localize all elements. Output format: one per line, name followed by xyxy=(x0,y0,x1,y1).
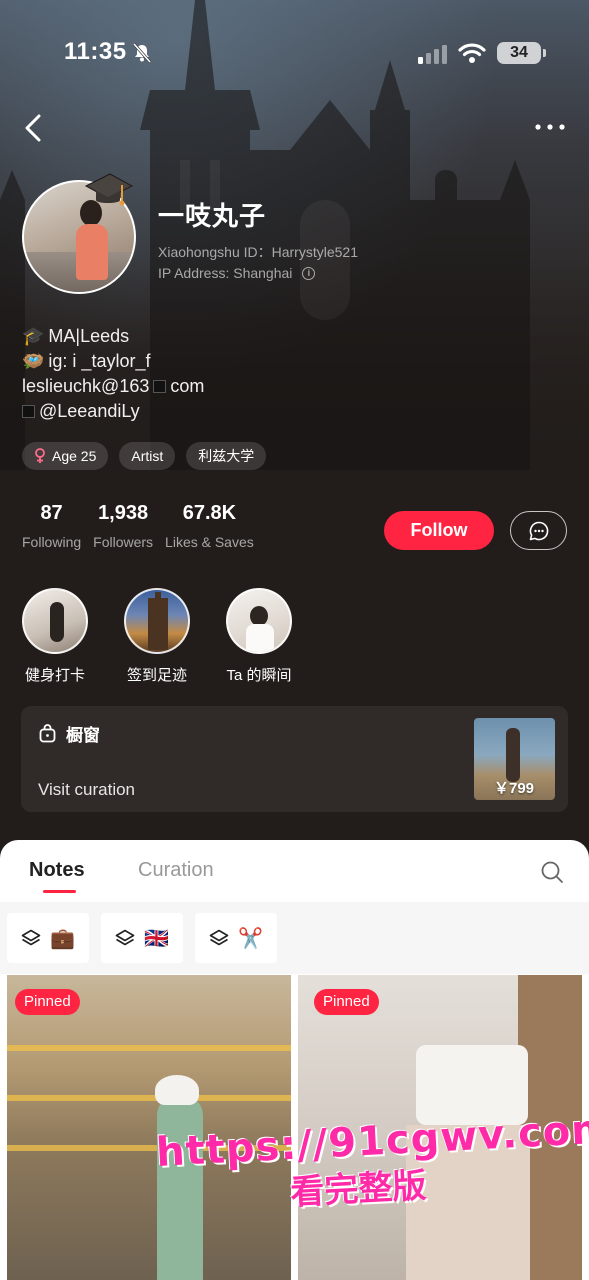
black-square-icon xyxy=(22,405,35,418)
bio-email-domain: com xyxy=(170,376,205,396)
black-square-icon xyxy=(153,380,167,393)
bio-email-user: leslieuchk@163 xyxy=(22,376,150,396)
stat-followers-value: 1,938 xyxy=(98,502,149,524)
shopping-bag-icon xyxy=(39,724,56,743)
nest-emoji-icon: 🪺 xyxy=(22,351,45,371)
highlight-fitness[interactable]: 健身打卡 xyxy=(10,588,100,685)
graduation-cap-icon xyxy=(84,173,134,206)
highlight-moments-cover xyxy=(226,588,292,654)
stat-likes-saves[interactable]: 67.8K Likes & Saves xyxy=(165,502,254,550)
wifi-icon xyxy=(458,43,486,63)
bell-off-icon xyxy=(132,43,152,63)
filter-chip-uk[interactable]: 🇬🇧 xyxy=(101,913,183,963)
stat-followers[interactable]: 1,938 Followers xyxy=(93,502,153,550)
highlight-checkin-cover xyxy=(124,588,190,654)
chat-bubble-icon xyxy=(529,521,549,541)
uk-flag-emoji-icon: 🇬🇧 xyxy=(144,927,169,950)
pinned-badge: Pinned xyxy=(314,989,379,1015)
layers-icon xyxy=(209,929,229,946)
pinned-badge: Pinned xyxy=(15,989,80,1015)
active-tab-indicator xyxy=(43,890,76,893)
stat-likes-saves-value: 67.8K xyxy=(182,502,237,524)
follow-button[interactable]: Follow xyxy=(384,511,494,550)
stat-followers-label: Followers xyxy=(93,534,154,550)
tab-notes[interactable]: Notes xyxy=(29,859,85,882)
tag-age-label: Age 25 xyxy=(52,448,97,464)
bio-line-2: 🪺 ig: i _taylor_f xyxy=(22,349,204,374)
tag-age: Age 25 xyxy=(22,442,109,470)
back-arrow-icon[interactable] xyxy=(20,112,48,144)
highlight-fitness-cover xyxy=(22,588,88,654)
stat-likes-saves-label: Likes & Saves xyxy=(165,534,254,550)
search-icon[interactable] xyxy=(540,860,564,884)
highlight-moments[interactable]: Ta 的瞬间 xyxy=(214,588,304,685)
visit-curation-link[interactable]: Visit curation xyxy=(38,780,135,800)
shop-window-title-row: 橱窗 xyxy=(39,721,100,746)
shop-window-title: 橱窗 xyxy=(66,726,100,745)
stat-following[interactable]: 87 Following xyxy=(22,502,81,550)
shop-product-thumbnail[interactable]: ￥799 xyxy=(474,718,555,800)
profile-bio: 🎓 MA|Leeds 🪺 ig: i _taylor_f leslieuchk@… xyxy=(22,324,204,424)
bio-line-3: leslieuchk@163 com xyxy=(22,374,204,399)
highlight-fitness-label: 健身打卡 xyxy=(24,667,85,684)
xiaohongshu-id: Xiaohongshu ID：Harrystyle521 xyxy=(158,244,358,260)
layers-icon xyxy=(21,929,41,946)
filter-chip-scissors[interactable]: ✂️ xyxy=(195,913,277,963)
stat-following-label: Following xyxy=(22,534,82,550)
battery-indicator: 34 xyxy=(497,42,546,64)
card-1-cap xyxy=(155,1075,199,1105)
profile-stats: 87 Following 1,938 Followers 67.8K Likes… xyxy=(22,502,266,550)
shop-product-price: ￥799 xyxy=(494,780,535,797)
profile-nickname: 一吱丸子 xyxy=(158,201,267,231)
bio-line-4: @LeeandiLy xyxy=(22,399,204,424)
status-bar: 11:35 34 xyxy=(0,34,589,74)
content-tabs: Notes Curation xyxy=(0,840,589,902)
shop-window-card[interactable]: 橱窗 Visit curation ￥799 xyxy=(21,706,568,812)
scissors-emoji-icon: ✂️ xyxy=(238,927,263,950)
bio-instagram: ig: i _taylor_f xyxy=(48,351,151,371)
layers-icon xyxy=(115,929,135,946)
graduation-cap-emoji-icon: 🎓 xyxy=(22,326,45,346)
tag-job: Artist xyxy=(119,442,176,470)
avatar-figure-dress xyxy=(76,224,108,280)
ip-address: IP Address: Shanghai i xyxy=(158,265,316,281)
highlight-moments-label: Ta 的瞬间 xyxy=(226,667,292,684)
message-button[interactable] xyxy=(510,511,567,550)
filter-chip-briefcase[interactable]: 💼 xyxy=(7,913,89,963)
profile-tags: Age 25 Artist 利兹大学 xyxy=(22,442,267,470)
stat-following-value: 87 xyxy=(40,502,63,524)
bio-handle: @LeeandiLy xyxy=(39,401,140,421)
female-icon xyxy=(35,448,45,463)
highlight-checkin-label: 签到足迹 xyxy=(126,667,187,684)
bio-degree: MA|Leeds xyxy=(48,326,130,346)
card-1-shelf xyxy=(7,1045,291,1051)
card-1-shelf xyxy=(7,1095,291,1101)
more-options-icon[interactable] xyxy=(532,116,568,138)
content-panel: Notes Curation 💼 🇬🇧 ✂️ Pinned Pinned xyxy=(0,840,589,1280)
briefcase-emoji-icon: 💼 xyxy=(50,927,75,950)
ip-address-text: IP Address: Shanghai xyxy=(158,265,293,281)
cellular-signal-icon xyxy=(418,45,447,64)
tab-curation[interactable]: Curation xyxy=(138,859,214,882)
info-icon[interactable]: i xyxy=(302,266,316,280)
shop-thumbnail-figure xyxy=(506,728,520,782)
status-time: 11:35 xyxy=(64,38,127,65)
highlight-checkin[interactable]: 签到足迹 xyxy=(112,588,202,685)
tag-school: 利兹大学 xyxy=(186,442,267,470)
collection-filters: 💼 🇬🇧 ✂️ xyxy=(0,902,589,974)
bio-line-1: 🎓 MA|Leeds xyxy=(22,324,204,349)
